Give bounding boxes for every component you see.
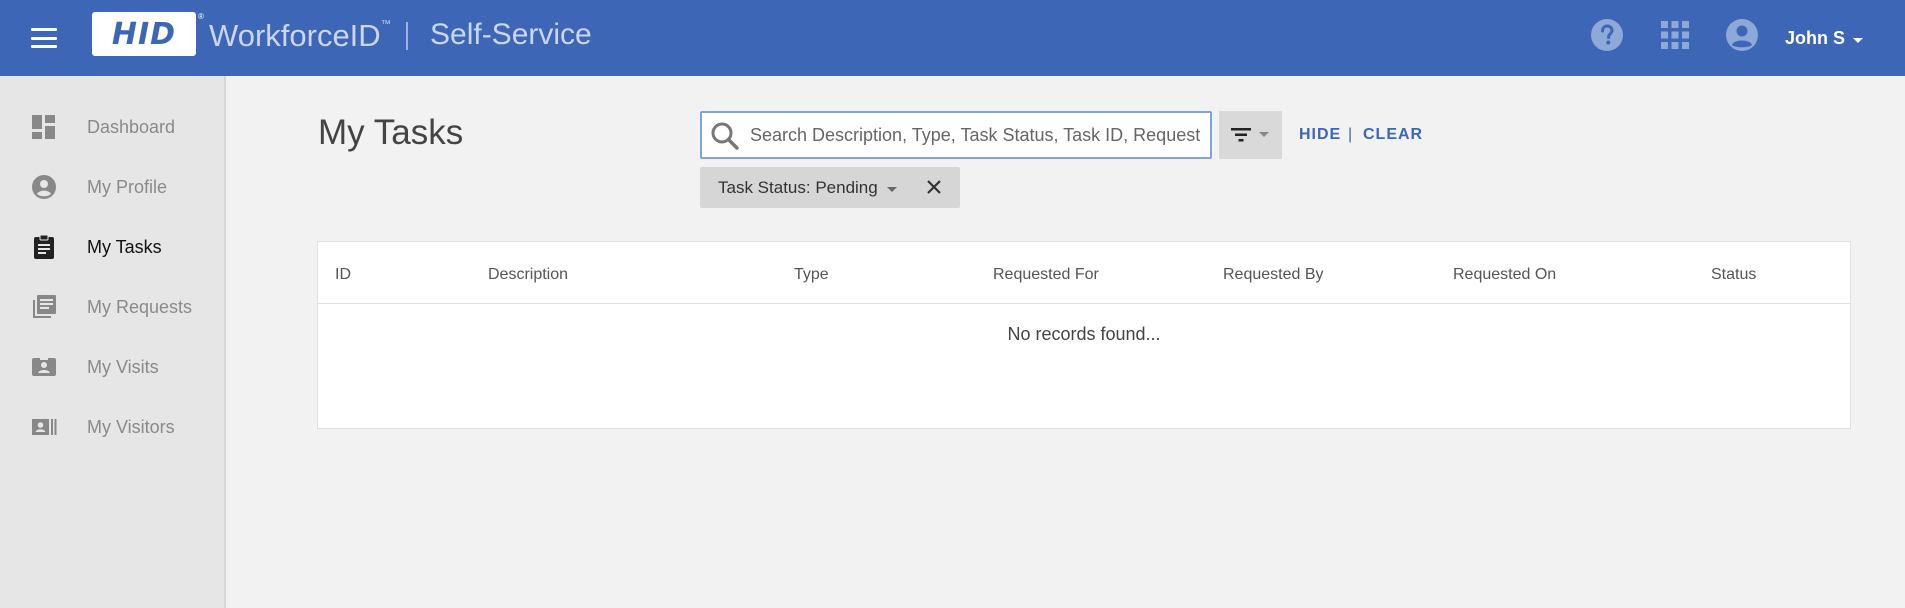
sidebar: Dashboard My Profile My Tasks My Request…: [0, 76, 226, 608]
hide-filters-link[interactable]: HIDE: [1299, 126, 1341, 144]
column-header-requested-for[interactable]: Requested For: [993, 266, 1099, 284]
chevron-down-icon[interactable]: [1853, 38, 1863, 43]
empty-table-message: No records found...: [1007, 324, 1161, 344]
column-header-description[interactable]: Description: [488, 266, 568, 284]
sidebar-item-my-visits[interactable]: My Visits: [0, 342, 224, 392]
brand-text: WorkforceID: [209, 18, 381, 53]
product-name: Self-Service: [430, 18, 592, 51]
search-input[interactable]: [750, 121, 1204, 149]
brand-separator: [406, 22, 408, 50]
filter-menu-button[interactable]: [1219, 111, 1282, 159]
badge-icon: [32, 356, 56, 376]
sidebar-item-my-tasks[interactable]: My Tasks: [0, 222, 224, 272]
sidebar-item-my-visitors[interactable]: My Visitors: [0, 402, 224, 452]
sidebar-item-label: My Visits: [87, 356, 159, 377]
sidebar-item-my-profile[interactable]: My Profile: [0, 162, 224, 212]
menu-icon[interactable]: [31, 28, 57, 48]
sidebar-item-my-requests[interactable]: My Requests: [0, 282, 224, 332]
search-icon: [711, 122, 739, 150]
dashboard-icon: [32, 115, 55, 139]
column-header-status[interactable]: Status: [1711, 266, 1756, 284]
column-header-id[interactable]: ID: [335, 266, 351, 284]
column-header-type[interactable]: Type: [794, 266, 829, 284]
close-icon[interactable]: [926, 179, 942, 195]
sidebar-item-dashboard[interactable]: Dashboard: [0, 102, 224, 152]
table-header: ID Description Type Requested For Reques…: [318, 242, 1850, 304]
library-books-icon: [33, 295, 56, 318]
help-icon[interactable]: [1590, 18, 1624, 57]
clear-filters-link[interactable]: CLEAR: [1363, 126, 1423, 144]
user-avatar-icon[interactable]: [1725, 18, 1759, 57]
page-title: My Tasks: [318, 113, 464, 152]
contacts-icon: [32, 419, 57, 435]
clipboard-icon: [34, 234, 54, 259]
top-header: HID ® WorkforceID™ Self-Service John S: [0, 0, 1905, 76]
filter-chip-label[interactable]: Task Status: Pending: [718, 178, 878, 198]
chevron-down-icon: [1259, 132, 1269, 137]
brand-name: WorkforceID™: [209, 18, 391, 54]
sidebar-item-label: My Requests: [87, 296, 193, 317]
brand-trademark: ™: [380, 18, 391, 30]
account-circle-icon: [32, 175, 56, 199]
logo-registered-mark: ®: [198, 12, 204, 21]
column-header-requested-on[interactable]: Requested On: [1453, 266, 1556, 284]
logo-text: HID: [111, 16, 177, 52]
link-separator: |: [1348, 126, 1353, 143]
search-box[interactable]: [700, 111, 1212, 159]
apps-grid-icon[interactable]: [1661, 21, 1689, 54]
column-header-requested-by[interactable]: Requested By: [1223, 266, 1324, 284]
sidebar-item-label: My Tasks: [87, 236, 162, 257]
user-menu-button[interactable]: John S: [1785, 28, 1845, 49]
tasks-table: ID Description Type Requested For Reques…: [317, 241, 1851, 429]
filter-chip: Task Status: Pending: [700, 167, 960, 208]
sidebar-item-label: Dashboard: [87, 116, 176, 137]
chevron-down-icon[interactable]: [887, 187, 897, 192]
filter-list-icon: [1231, 128, 1251, 142]
hid-logo[interactable]: HID: [92, 12, 196, 56]
sidebar-item-label: My Profile: [87, 176, 168, 197]
sidebar-item-label: My Visitors: [87, 416, 175, 437]
